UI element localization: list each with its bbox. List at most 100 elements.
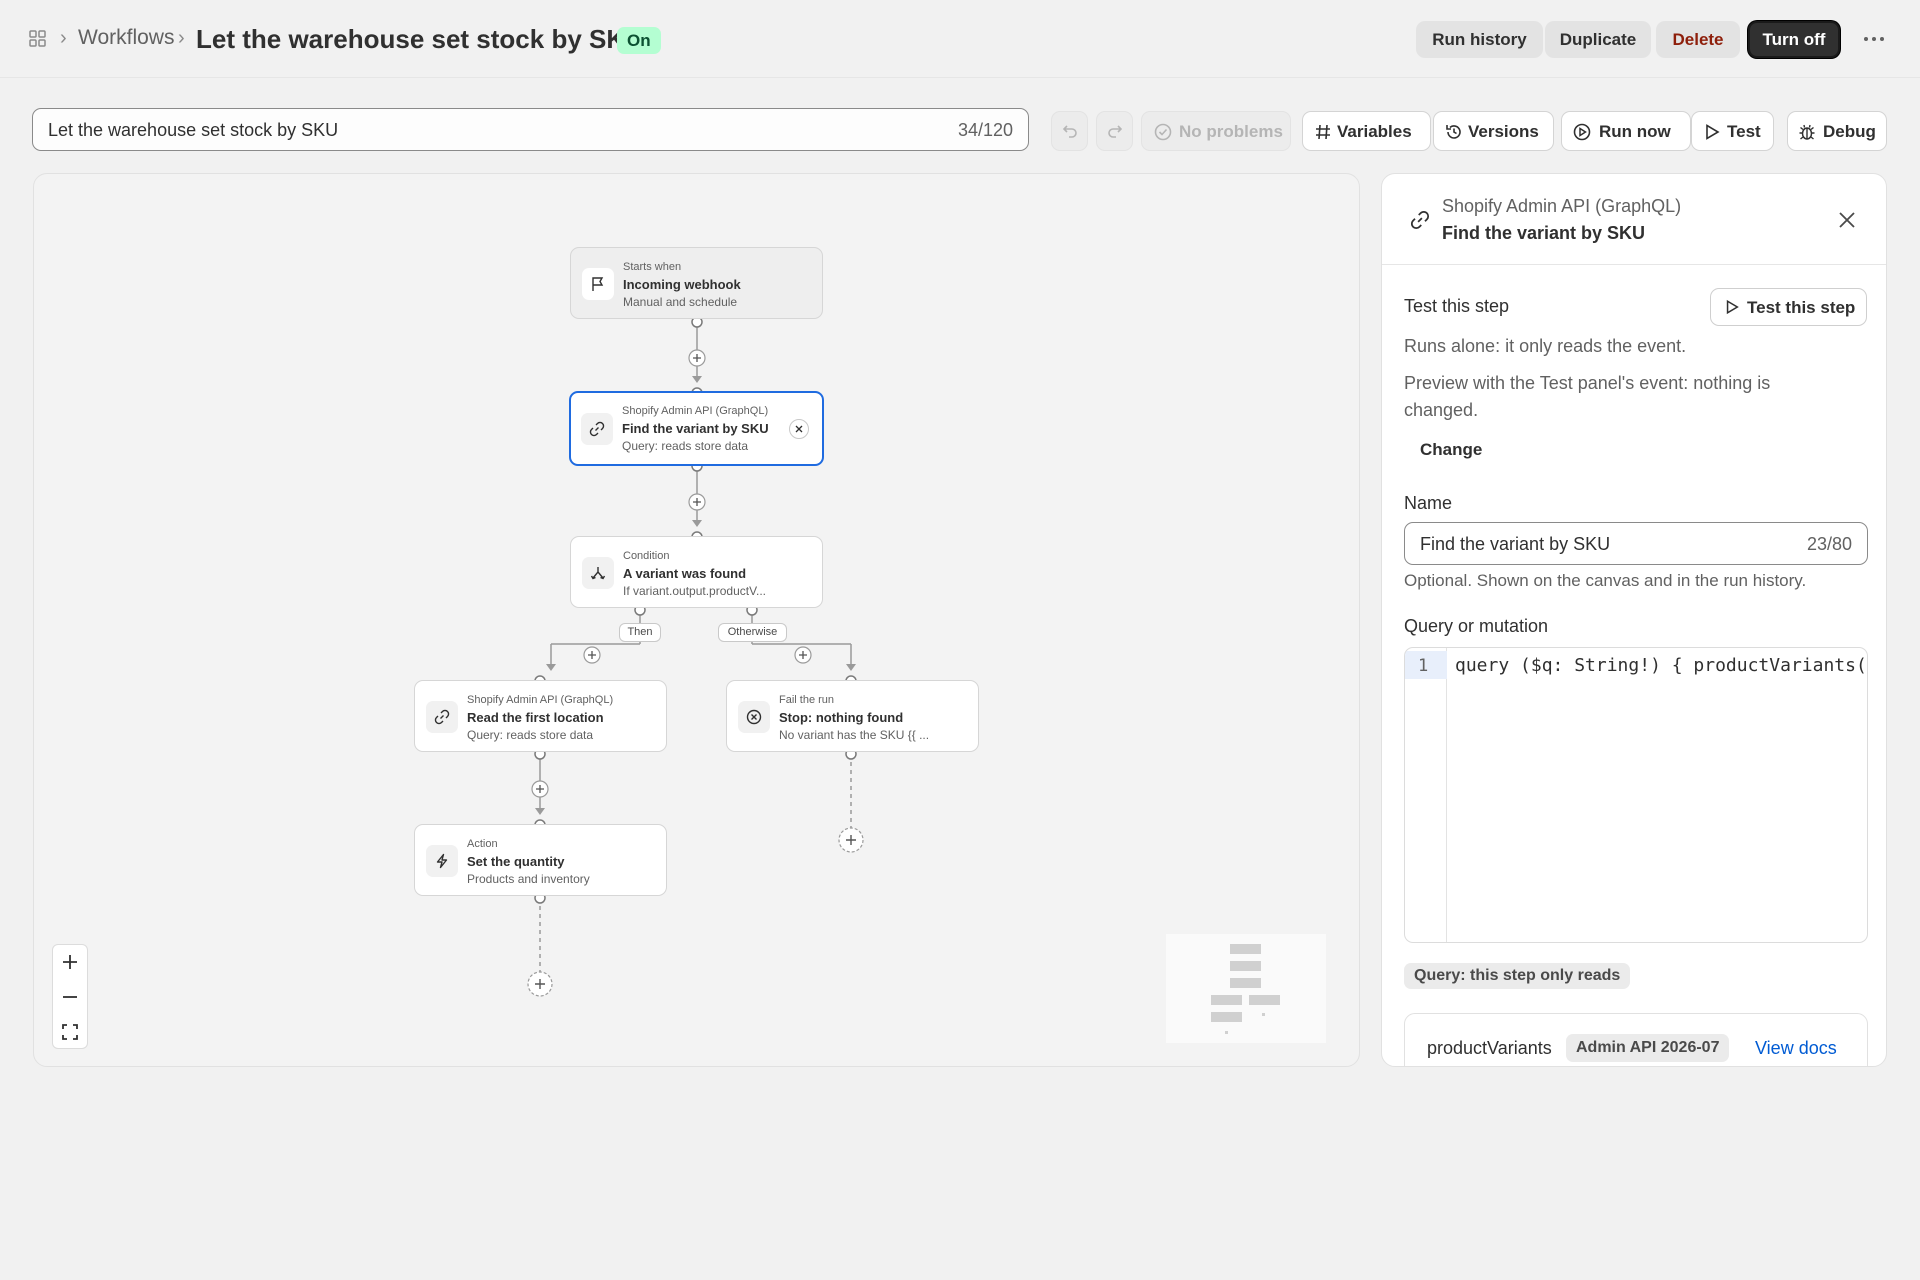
run-now-label: Run now	[1599, 122, 1671, 141]
apps-icon[interactable]	[29, 30, 47, 48]
node-title: A variant was found	[623, 566, 747, 581]
node-title: Find the variant by SKU	[622, 421, 769, 436]
node-subtitle: Query: reads store data	[622, 439, 749, 453]
add-step-icon[interactable]	[688, 493, 706, 511]
query-code-editor[interactable]: 1 query ($q: String!) { productVariants(…	[1404, 647, 1868, 943]
add-step-icon[interactable]	[794, 646, 812, 664]
run-now-button[interactable]: Run now	[1561, 111, 1691, 151]
node-kicker: Action	[467, 838, 498, 850]
api-version-badge: Admin API 2026-07	[1566, 1034, 1730, 1062]
change-event-button[interactable]: Change	[1420, 440, 1482, 460]
history-icon	[1446, 125, 1461, 139]
node-icon-box	[426, 701, 458, 733]
link-icon	[434, 709, 450, 725]
node-kicker: Condition	[623, 550, 670, 562]
step-name-value: Find the variant by SKU	[1420, 534, 1611, 554]
api-reference-card: productVariants Admin API 2026-07 View d…	[1404, 1013, 1868, 1066]
duplicate-button[interactable]: Duplicate	[1545, 21, 1651, 58]
branch-icon	[590, 567, 606, 580]
redo-button[interactable]	[1096, 111, 1133, 151]
fail-run-node[interactable]: Fail the run Stop: nothing found No vari…	[726, 680, 979, 752]
zoom-controls	[52, 944, 88, 1049]
play-icon	[1726, 299, 1739, 315]
find-variant-node[interactable]: Shopify Admin API (GraphQL) Find the var…	[569, 391, 824, 466]
play-icon	[1706, 124, 1720, 140]
node-kicker: Shopify Admin API (GraphQL)	[622, 405, 769, 417]
node-subtitle: Query: reads store data	[467, 728, 594, 742]
read-location-node[interactable]: Shopify Admin API (GraphQL) Read the fir…	[414, 680, 667, 752]
link-icon	[589, 421, 605, 437]
page-header: › Workflows › Let the warehouse set stoc…	[0, 0, 1920, 78]
undo-button[interactable]	[1051, 111, 1088, 151]
add-step-icon[interactable]	[583, 646, 601, 664]
add-step-icon[interactable]	[688, 349, 706, 367]
node-subtitle: Manual and schedule	[623, 295, 738, 309]
node-subtitle: If variant.output.productV...	[623, 584, 766, 598]
variables-label: Variables	[1337, 122, 1412, 141]
problems-label: No problems	[1179, 122, 1283, 141]
code-line: query ($q: String!) { productVariants(f	[1455, 655, 1868, 676]
fit-view-button[interactable]	[53, 1015, 87, 1049]
panel-header: Shopify Admin API (GraphQL) Find the var…	[1382, 174, 1886, 265]
debug-label: Debug	[1823, 122, 1876, 141]
test-step-button-label: Test this step	[1747, 298, 1856, 317]
step-details-panel: Shopify Admin API (GraphQL) Find the var…	[1381, 173, 1887, 1067]
zoom-in-button[interactable]	[53, 945, 87, 979]
close-icon[interactable]	[1838, 211, 1856, 229]
branch-otherwise-label: Otherwise	[718, 623, 787, 642]
workflow-canvas[interactable]: Then Otherwise Starts when Incoming webh…	[33, 173, 1360, 1067]
view-docs-link[interactable]: View docs	[1755, 1038, 1837, 1059]
panel-kicker: Shopify Admin API (GraphQL)	[1442, 196, 1682, 216]
trigger-node[interactable]: Starts when Incoming webhook Manual and …	[570, 247, 823, 319]
check-circle-icon	[1154, 123, 1172, 141]
test-step-button[interactable]: Test this step	[1710, 288, 1867, 326]
query-field-label: Query or mutation	[1404, 616, 1549, 636]
redo-icon	[1108, 125, 1123, 138]
link-icon	[1410, 210, 1430, 230]
node-kicker: Fail the run	[779, 694, 835, 706]
test-note-runs-alone: Runs alone: it only reads the event.	[1404, 336, 1687, 356]
play-circle-icon	[1573, 123, 1591, 141]
add-step-icon[interactable]	[526, 970, 554, 998]
query-kind-badge: Query: this step only reads	[1404, 963, 1631, 989]
test-button[interactable]: Test	[1691, 111, 1774, 151]
more-actions-icon[interactable]	[1862, 29, 1886, 49]
condition-node[interactable]: Condition A variant was found If variant…	[570, 536, 823, 608]
versions-button[interactable]: Versions	[1433, 111, 1554, 151]
delete-button[interactable]: Delete	[1656, 21, 1740, 58]
plus-icon	[63, 955, 77, 969]
turn-off-button[interactable]: Turn off	[1748, 21, 1840, 58]
minimap-preview	[1211, 944, 1280, 1034]
step-name-input[interactable]: Find the variant by SKU 23/80	[1404, 522, 1868, 565]
fullscreen-icon	[62, 1024, 78, 1040]
node-icon-box	[582, 557, 614, 589]
flag-icon	[592, 277, 604, 291]
problems-status[interactable]: No problems	[1141, 111, 1291, 151]
bug-icon	[1799, 124, 1815, 140]
workflow-name-value: Let the warehouse set stock by SKU	[48, 120, 339, 140]
line-number-gutter: 1	[1405, 648, 1447, 942]
step-name-char-count: 23/80	[1806, 534, 1852, 554]
breadcrumb-separator-icon: ›	[178, 27, 185, 49]
test-note-preview: Preview with the Test panel's event: not…	[1404, 373, 1771, 420]
breadcrumb-workflows[interactable]: Workflows	[78, 26, 174, 50]
set-quantity-node[interactable]: Action Set the quantity Products and inv…	[414, 824, 667, 896]
close-icon	[795, 425, 803, 433]
add-step-icon[interactable]	[531, 780, 549, 798]
node-icon-box	[581, 413, 613, 445]
node-title: Read the first location	[467, 710, 604, 725]
panel-title: Find the variant by SKU	[1442, 223, 1646, 243]
zoom-out-button[interactable]	[53, 980, 87, 1014]
workflow-name-input[interactable]: Let the warehouse set stock by SKU 34/12…	[32, 108, 1029, 151]
run-history-button[interactable]: Run history	[1416, 21, 1543, 58]
minimap[interactable]	[1166, 934, 1326, 1043]
branch-then-label: Then	[619, 623, 661, 642]
test-label: Test	[1727, 122, 1761, 141]
line-number: 1	[1418, 656, 1429, 676]
variables-button[interactable]: Variables	[1302, 111, 1431, 151]
debug-button[interactable]: Debug	[1787, 111, 1887, 151]
add-step-icon[interactable]	[837, 826, 865, 854]
node-icon-box	[426, 845, 458, 877]
test-step-heading: Test this step	[1404, 296, 1510, 316]
remove-step-button[interactable]	[789, 419, 809, 439]
